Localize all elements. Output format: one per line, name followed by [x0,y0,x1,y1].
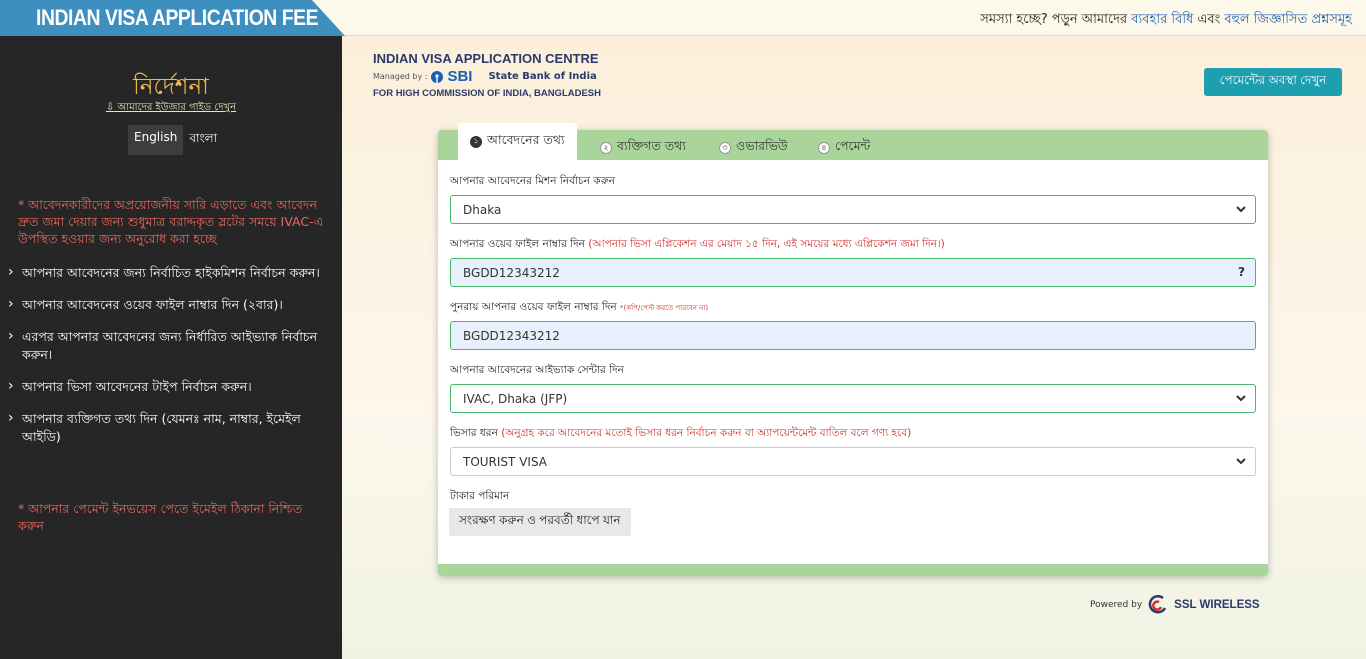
help-line: সমস্যা হচ্ছে? পড়ুন আমাদের ব্যবহার বিধি … [980,12,1352,27]
top-bar: INDIAN VISA APPLICATION FEE সমস্যা হচ্ছে… [0,0,1366,36]
chevron-down-icon [1236,395,1246,402]
help-icon[interactable]: ? [1238,265,1245,279]
slot-notice: * আবেদনকারীদের অপ্রয়োজনীয় সারি এড়াতে … [18,197,324,246]
user-guide-link[interactable]: ⇩ আমাদের ইউজার গাইড দেখুন [0,100,342,117]
repeat-webfile-input[interactable]: BGDD12343212 [450,321,1256,350]
application-form: আপনার আবেদনের মিশন নির্বাচন করুন Dhaka আ… [450,174,1256,524]
card-footer-bar [438,564,1268,576]
mission-select[interactable]: Dhaka [450,195,1256,224]
form-tabs: ১ আবেদনের তথ্য ২ ব্যক্তিগত তথ্য ৩ ওভারভি… [438,123,1268,160]
ssl-logo-icon [1148,595,1167,614]
brand-title: INDIAN VISA APPLICATION FEE [36,5,319,30]
main-area: INDIAN VISA APPLICATION CENTRE Managed b… [342,36,1366,659]
sbi-logo-icon [431,70,444,83]
instruction-steps: আপনার আবেদনের জন্য নির্বাচিত হাইকমিশন নি… [8,263,328,460]
ivac-label: আপনার আবেদনের আইভ্যাক সেন্টার দিন [450,364,624,376]
instructions-sidebar: নির্দেশনা ⇩ আমাদের ইউজার গাইড দেখুন Engl… [0,36,342,659]
usage-rules-link[interactable]: ব্যবহার বিধি [1131,12,1193,27]
repeat-webfile-label: পুনরায় আপনার ওয়েব ফাইল নাম্বার দিন *(ক… [450,301,709,313]
payment-status-button[interactable]: পেমেন্টের অবস্থা দেখুন [1204,68,1342,96]
powered-by: Powered by SSL WIRELESS [1090,594,1260,616]
application-form-card: ১ আবেদনের তথ্য ২ ব্যক্তিগত তথ্য ৩ ওভারভি… [438,123,1268,576]
faq-link[interactable]: বহুল জিজ্ঞাসিত প্রশ্নসমূহ [1224,12,1352,27]
lang-english-button[interactable]: English [128,125,184,155]
lang-bangla-button[interactable]: বাংলা [183,125,223,155]
instruction-step: আপনার ব্যক্তিগত তথ্য দিন (যেমনঃ নাম, নাম… [8,409,328,446]
tab-personal-info[interactable]: ২ ব্যক্তিগত তথ্য [600,138,686,158]
tab-overview[interactable]: ৩ ওভারভিউ [719,138,788,158]
tab-application-info[interactable]: ১ আবেদনের তথ্য [458,123,577,160]
chevron-down-icon [1236,206,1246,213]
instruction-step: এরপর আপনার আবেদনের জন্য নির্ধারিত আইভ্যা… [8,327,328,364]
email-notice: * আপনার পেমেন্ট ইনভয়েস পেতে ইমেইল ঠিকান… [18,501,303,533]
save-and-next-button[interactable]: সংরক্ষণ করুন ও পরবর্তী ধাপে যান [449,508,631,536]
mission-label: আপনার আবেদনের মিশন নির্বাচন করুন [450,175,615,187]
instruction-step: আপনার আবেদনের ওয়েব ফাইল নাম্বার দিন (২ব… [8,295,328,314]
instruction-step: আপনার আবেদনের জন্য নির্বাচিত হাইকমিশন নি… [8,263,328,282]
tab-payment[interactable]: ৪ পেমেন্ট [818,138,870,158]
ivac-select[interactable]: IVAC, Dhaka (JFP) [450,384,1256,413]
webfile-input[interactable]: BGDD12343212 ? [450,258,1256,287]
ivac-logo: INDIAN VISA APPLICATION CENTRE Managed b… [373,51,601,99]
chevron-down-icon [1236,458,1246,465]
amount-label: টাকার পরিমান [450,490,510,502]
download-icon: ⇩ [105,102,115,113]
language-switch: English বাংলা [128,125,223,155]
visa-type-select[interactable]: TOURIST VISA [450,447,1256,476]
instruction-step: আপনার ভিসা আবেদনের টাইপ নির্বাচন করুন। [8,377,328,396]
brand-banner: INDIAN VISA APPLICATION FEE [0,0,345,36]
visa-type-label: ভিসার ধরন (অনুগ্রহ করে আবেদনের মতোই ভিসা… [450,427,912,439]
webfile-label: আপনার ওয়েব ফাইল নাম্বার দিন (আপনার ভিসা… [450,238,945,250]
